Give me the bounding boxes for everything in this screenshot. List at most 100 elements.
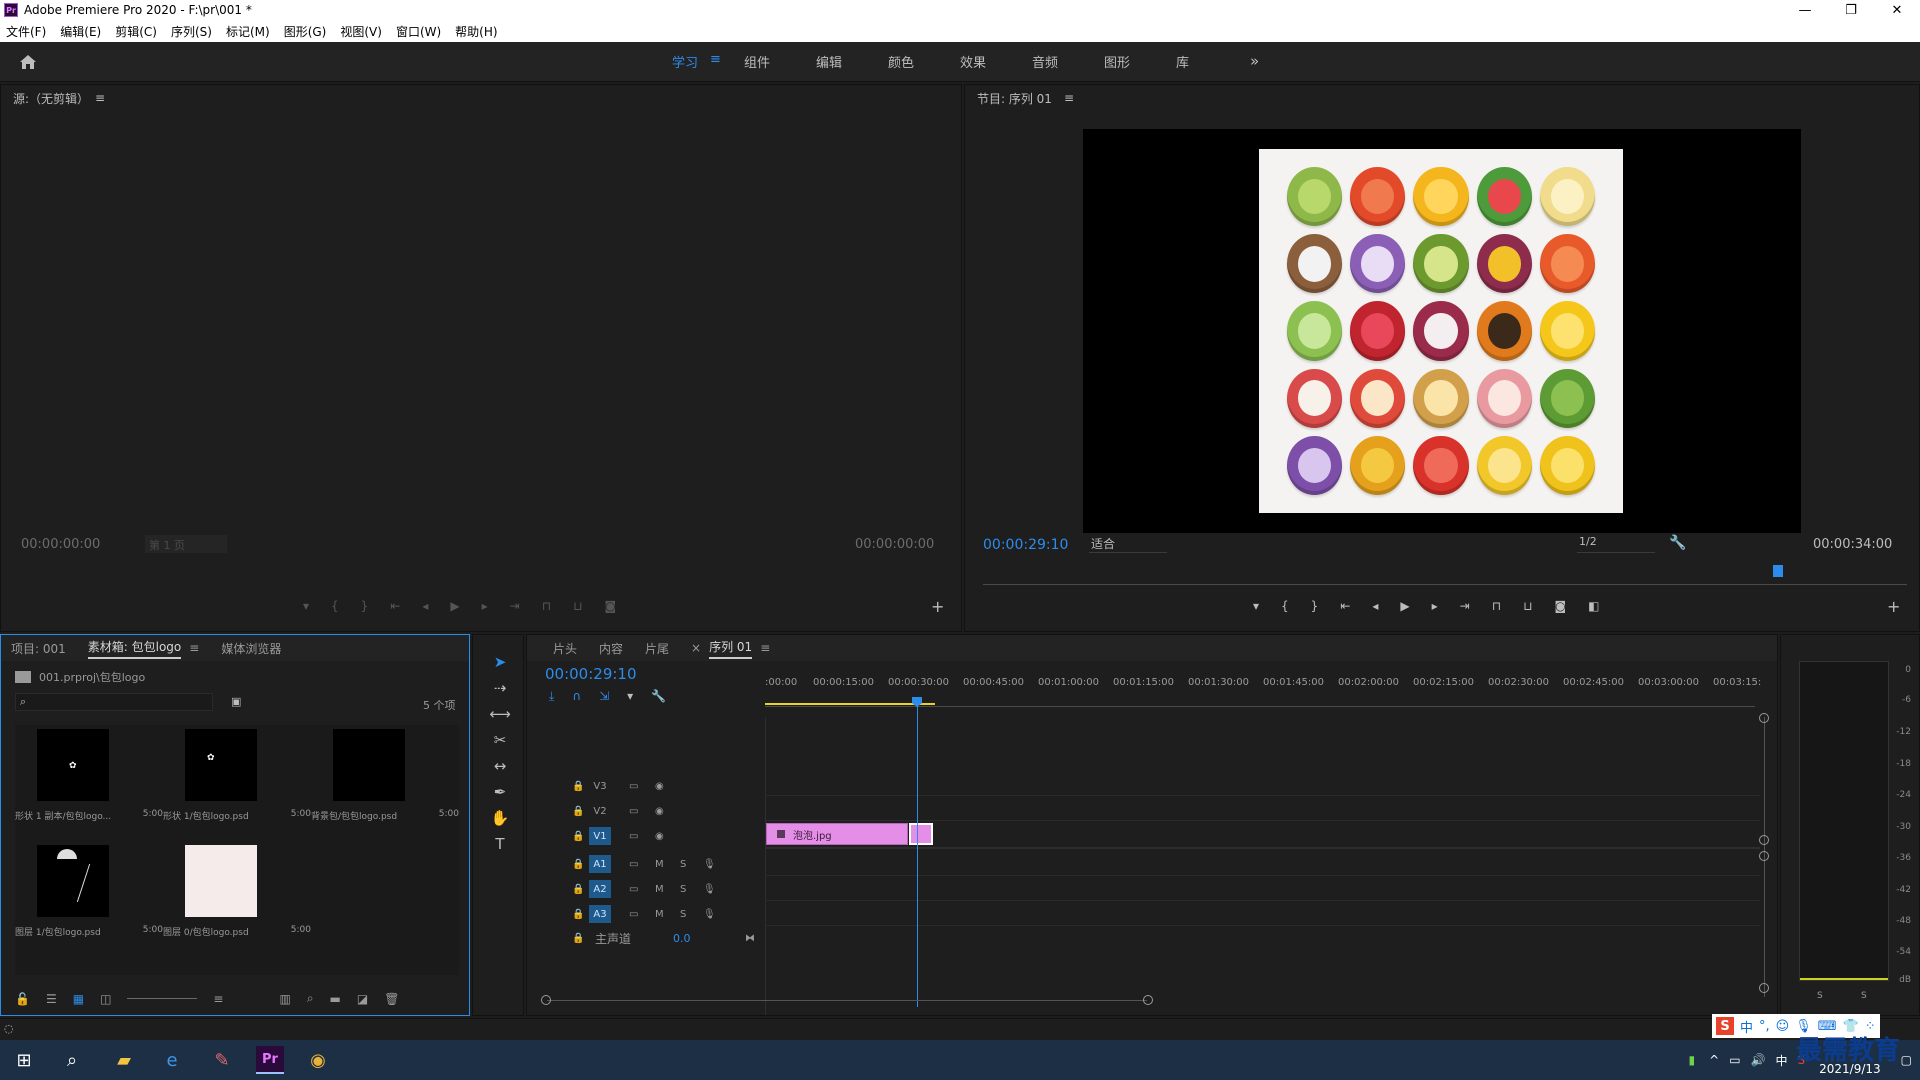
- workspace-libraries[interactable]: 库: [1176, 52, 1189, 71]
- eye-icon[interactable]: ◉: [655, 781, 664, 792]
- program-timecode-current[interactable]: 00:00:29:10: [983, 537, 1068, 553]
- tab-outro[interactable]: 片尾: [645, 640, 669, 657]
- mark-out-icon[interactable]: }: [1311, 599, 1319, 613]
- wrench-icon[interactable]: 🔧: [1669, 535, 1686, 551]
- mark-in-icon[interactable]: {: [331, 599, 339, 613]
- notification-icon[interactable]: ▢: [1901, 1053, 1912, 1067]
- vscroll-handle[interactable]: [1759, 835, 1769, 845]
- razor-tool-icon[interactable]: ✂: [487, 729, 513, 751]
- track-name[interactable]: A3: [589, 905, 611, 923]
- workspace-menu-icon[interactable]: ≡: [710, 52, 721, 67]
- play-icon[interactable]: ▶: [450, 599, 459, 613]
- tab-sequence-01[interactable]: 序列 01: [709, 638, 753, 659]
- tab-project[interactable]: 项目: 001: [11, 640, 66, 657]
- menu-window[interactable]: 窗口(W): [396, 23, 441, 40]
- sync-lock-icon[interactable]: ▭: [629, 884, 638, 895]
- lock-icon[interactable]: 🔒: [572, 933, 584, 944]
- source-page-select[interactable]: 第 1 页: [145, 535, 227, 553]
- volume-icon[interactable]: 🔊: [1751, 1053, 1766, 1067]
- track-name[interactable]: V1: [589, 827, 611, 845]
- bin-item[interactable]: 背景包/包包logo.psd 5:00: [311, 725, 459, 835]
- sync-lock-icon[interactable]: ▭: [629, 781, 638, 792]
- mute-button[interactable]: M: [655, 859, 664, 870]
- bin-item[interactable]: 图层 1/包包logo.psd 5:00: [15, 841, 163, 951]
- solo-button[interactable]: S: [680, 859, 686, 870]
- timeline-menu-icon[interactable]: ≡: [760, 641, 770, 655]
- snap-icon[interactable]: ∩: [572, 689, 581, 704]
- menu-view[interactable]: 视图(V): [340, 23, 382, 40]
- lock-icon[interactable]: 🔒: [572, 859, 584, 870]
- automate-icon[interactable]: ▥: [279, 992, 290, 1006]
- workspace-color[interactable]: 颜色: [888, 52, 914, 71]
- freeform-view-icon[interactable]: ◫: [100, 992, 111, 1006]
- program-menu-icon[interactable]: ≡: [1064, 91, 1074, 105]
- new-bin-icon[interactable]: ▬: [330, 992, 341, 1006]
- search-icon[interactable]: ⌕: [58, 1046, 86, 1074]
- overwrite-icon[interactable]: ⊔: [573, 599, 582, 613]
- lock-icon[interactable]: 🔓: [15, 992, 30, 1006]
- work-area-bar[interactable]: [765, 703, 935, 705]
- workspace-assembly[interactable]: 组件: [744, 52, 770, 71]
- compare-icon[interactable]: ◧: [1588, 599, 1599, 613]
- new-search-bin-icon[interactable]: ▣: [231, 695, 241, 708]
- resolution-select[interactable]: 1/2: [1577, 535, 1655, 553]
- chrome-icon[interactable]: ◉: [304, 1046, 332, 1074]
- menu-edit[interactable]: 编辑(E): [60, 23, 101, 40]
- minimize-button[interactable]: —: [1782, 0, 1828, 20]
- menu-clip[interactable]: 剪辑(C): [115, 23, 157, 40]
- step-forward-icon[interactable]: ▸: [482, 599, 488, 613]
- list-view-icon[interactable]: ☰: [46, 992, 57, 1006]
- menu-sequence[interactable]: 序列(S): [171, 23, 212, 40]
- timeline-ruler[interactable]: :00:00 00:00:15:00 00:00:30:00 00:00:45:…: [765, 677, 1765, 697]
- play-icon[interactable]: ▶: [1400, 599, 1409, 613]
- goto-out-icon[interactable]: ⇥: [510, 599, 520, 613]
- close-button[interactable]: ✕: [1874, 0, 1920, 20]
- bin-menu-icon[interactable]: ≡: [189, 641, 199, 655]
- slip-tool-icon[interactable]: ↔: [487, 755, 513, 777]
- bin-item[interactable]: 图层 0/包包logo.psd 5:00: [163, 841, 311, 951]
- workspace-graphics[interactable]: 图形: [1104, 52, 1130, 71]
- tab-content[interactable]: 内容: [599, 640, 623, 657]
- paint-icon[interactable]: ✎: [208, 1046, 236, 1074]
- add-button-icon[interactable]: +: [1887, 597, 1900, 616]
- hand-tool-icon[interactable]: ✋: [487, 807, 513, 829]
- source-timecode-current[interactable]: 00:00:00:00: [21, 537, 100, 552]
- track-name[interactable]: A1: [589, 855, 611, 873]
- ripple-edit-tool-icon[interactable]: ⟷: [487, 703, 513, 725]
- trash-icon[interactable]: 🗑: [384, 992, 399, 1006]
- timeline-timecode[interactable]: 00:00:29:10: [545, 665, 637, 683]
- linked-selection-icon[interactable]: ⇲: [599, 689, 609, 704]
- mute-button[interactable]: M: [655, 884, 664, 895]
- ime-lang[interactable]: 中: [1740, 1017, 1753, 1036]
- step-forward-icon[interactable]: ▸: [1432, 599, 1438, 613]
- playhead-line[interactable]: [917, 705, 918, 1007]
- sync-lock-icon[interactable]: ▭: [629, 831, 638, 842]
- file-explorer-icon[interactable]: ▰: [110, 1046, 138, 1074]
- home-icon[interactable]: [18, 52, 38, 72]
- edge-icon[interactable]: e: [158, 1046, 186, 1074]
- goto-in-icon[interactable]: ⇤: [1340, 599, 1350, 613]
- scroll-handle-right[interactable]: [1143, 995, 1153, 1005]
- lock-icon[interactable]: 🔒: [572, 781, 584, 792]
- workspace-effects[interactable]: 效果: [960, 52, 986, 71]
- new-item-icon[interactable]: ◪: [357, 992, 368, 1006]
- workspace-learn[interactable]: 学习: [672, 52, 698, 71]
- goto-in-icon[interactable]: ⇤: [390, 599, 400, 613]
- vscroll-handle[interactable]: [1759, 851, 1769, 861]
- battery-icon[interactable]: ▮: [1689, 1053, 1696, 1067]
- lock-icon[interactable]: 🔒: [572, 806, 584, 817]
- type-tool-icon[interactable]: T: [487, 833, 513, 855]
- selection-tool-icon[interactable]: ➤: [487, 651, 513, 673]
- mark-in-icon[interactable]: {: [1281, 599, 1289, 613]
- solo-button[interactable]: S: [680, 884, 686, 895]
- mute-button[interactable]: M: [655, 909, 664, 920]
- program-scrub-bar[interactable]: [983, 584, 1907, 585]
- solo-button[interactable]: S: [680, 909, 686, 920]
- master-value[interactable]: 0.0: [673, 932, 691, 945]
- lock-icon[interactable]: 🔒: [572, 884, 584, 895]
- premiere-taskbar-icon[interactable]: Pr: [256, 1046, 284, 1074]
- tab-media-browser[interactable]: 媒体浏览器: [221, 640, 281, 657]
- fit-select[interactable]: 适合: [1089, 535, 1167, 553]
- find-icon[interactable]: ⌕: [307, 991, 314, 1006]
- program-playhead-icon[interactable]: [1773, 565, 1783, 577]
